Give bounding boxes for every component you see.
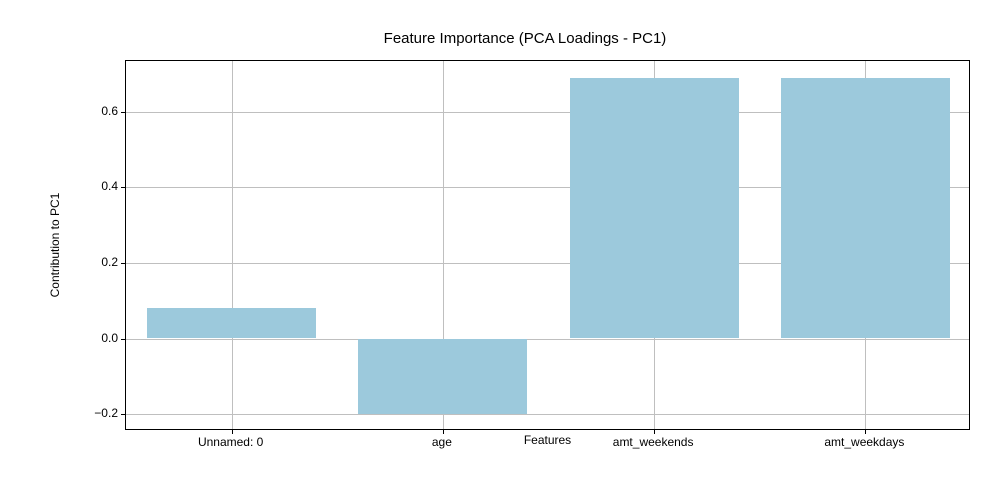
x-tick [232,429,233,434]
chart-title: Feature Importance (PCA Loadings - PC1) [80,30,970,47]
bar [147,308,316,338]
y-tick-label: 0.2 [78,255,118,269]
grid-line-v [232,61,233,429]
bar [570,78,739,339]
y-tick-label: 0.0 [78,331,118,345]
x-tick [654,429,655,434]
x-tick [865,429,866,434]
x-tick-label: amt_weekends [613,435,694,449]
x-tick [443,429,444,434]
x-axis-label: Features [524,433,571,447]
x-tick-label: amt_weekdays [824,435,904,449]
bar [781,78,950,339]
chart-container: Feature Importance (PCA Loadings - PC1) … [80,30,970,460]
grid-line-h [126,339,969,340]
grid-line-h [126,414,969,415]
x-tick-label: Unnamed: 0 [198,435,263,449]
y-tick-label: −0.2 [78,406,118,420]
bar [358,339,527,415]
x-tick-label: age [432,435,452,449]
y-tick-label: 0.6 [78,104,118,118]
plot-area: Features [125,60,970,430]
y-axis-label: Contribution to PC1 [48,193,62,298]
y-tick-label: 0.4 [78,179,118,193]
